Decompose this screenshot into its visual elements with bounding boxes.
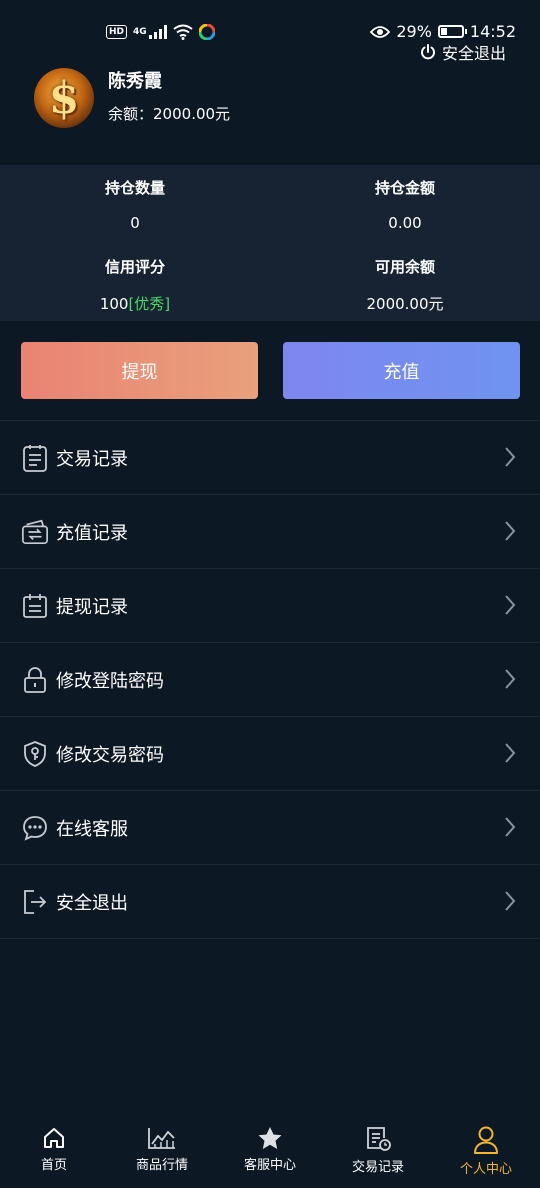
app-status-icon [198,24,215,40]
tab-label: 交易记录 [351,1160,404,1175]
star-icon [258,1127,282,1149]
bottom-tab-bar: 首页 商品行情 客服中心 交易记录 个人中心 [0,1116,540,1188]
hd-badge: HD [106,25,128,39]
person-icon [474,1126,498,1154]
calendar-icon [21,592,49,620]
network-type: 4G [133,27,147,37]
tab-service[interactable]: 客服中心 [216,1116,324,1188]
recharge-button[interactable]: 充值 [283,342,520,399]
credit-score: 100 [99,295,129,313]
stat-available: 可用余额 2000.00元 [270,256,540,314]
menu-label: 修改交易密码 [56,744,164,766]
chevron-right-icon [505,669,516,689]
battery-percent: 29% [396,22,432,41]
dollar-icon: $ [48,72,80,124]
stat-value: 100[优秀] [0,293,270,314]
power-icon [421,44,435,60]
shield-key-icon [21,740,49,768]
status-bar-right: 29% 14:52 [370,22,516,41]
home-icon [44,1128,64,1148]
receipt-icon [367,1127,391,1151]
credit-grade: [优秀] [128,295,171,313]
tab-label: 首页 [40,1158,67,1173]
menu-label: 提现记录 [56,596,128,618]
menu-label: 修改登陆密码 [56,670,164,692]
menu-list: 交易记录 充值记录 提现记录 修改登陆密码 修改交易密码 在线客服 安全退出 [0,420,540,939]
eye-icon [370,25,391,38]
tab-label: 客服中心 [243,1158,296,1173]
tab-profile[interactable]: 个人中心 [432,1116,540,1188]
menu-item-withdraw-records[interactable]: 提现记录 [0,568,540,642]
battery-icon [437,25,467,38]
balance-value: 2000.00元 [153,104,231,123]
tab-label: 个人中心 [459,1162,512,1177]
chevron-right-icon [505,521,516,541]
stat-holding-amount: 持仓金额 0.00 [270,177,540,232]
stat-label: 可用余额 [374,258,435,276]
menu-label: 在线客服 [56,818,128,840]
menu-item-online-service[interactable]: 在线客服 [0,790,540,864]
stat-label: 持仓金额 [374,179,435,197]
chevron-right-icon [505,817,516,837]
lock-icon [21,666,49,694]
wallet-icon [21,518,49,546]
profile-section: $ 陈秀霞 余额：2000.00元 [34,68,230,128]
header-logout-button[interactable]: 安全退出 [420,40,506,64]
menu-item-change-trade-password[interactable]: 修改交易密码 [0,716,540,790]
tab-market[interactable]: 商品行情 [108,1116,216,1188]
user-name: 陈秀霞 [108,70,162,92]
menu-item-trade-records[interactable]: 交易记录 [0,420,540,494]
balance-label: 余额： [108,104,154,123]
stat-credit: 信用评分 100[优秀] [0,256,270,314]
chart-icon [148,1128,175,1149]
menu-item-recharge-records[interactable]: 充值记录 [0,494,540,568]
chevron-right-icon [505,891,516,911]
menu-label: 充值记录 [56,522,128,544]
stat-value: 0.00 [388,214,422,232]
balance-line: 余额：2000.00元 [108,103,230,124]
withdraw-button[interactable]: 提现 [21,342,258,399]
avatar[interactable]: $ [34,68,94,128]
tab-label: 商品行情 [135,1158,188,1173]
stats-panel: 持仓数量 0 持仓金额 0.00 信用评分 100[优秀] 可用余额 2000.… [0,165,540,321]
chevron-right-icon [505,447,516,467]
menu-item-change-login-password[interactable]: 修改登陆密码 [0,642,540,716]
exit-icon [21,888,49,916]
document-icon [21,444,49,472]
signal-icon [148,25,167,39]
profile-info: 陈秀霞 余额：2000.00元 [108,71,230,124]
chevron-right-icon [505,743,516,763]
tab-home[interactable]: 首页 [0,1116,108,1188]
clock: 14:52 [469,22,516,41]
menu-item-logout[interactable]: 安全退出 [0,864,540,939]
status-bar-left: HD 4G [106,24,215,40]
stat-label: 信用评分 [104,258,165,276]
menu-label: 安全退出 [56,892,128,914]
menu-label: 交易记录 [56,448,128,470]
stat-label: 持仓数量 [104,179,165,197]
stat-holding-qty: 持仓数量 0 [0,177,270,232]
header-logout-label: 安全退出 [441,44,506,63]
chevron-right-icon [505,595,516,615]
wifi-icon [173,24,193,40]
stat-value: 0 [130,214,140,232]
chat-icon [21,814,49,842]
tab-trade-records[interactable]: 交易记录 [324,1116,432,1188]
stat-value: 2000.00元 [366,295,444,313]
